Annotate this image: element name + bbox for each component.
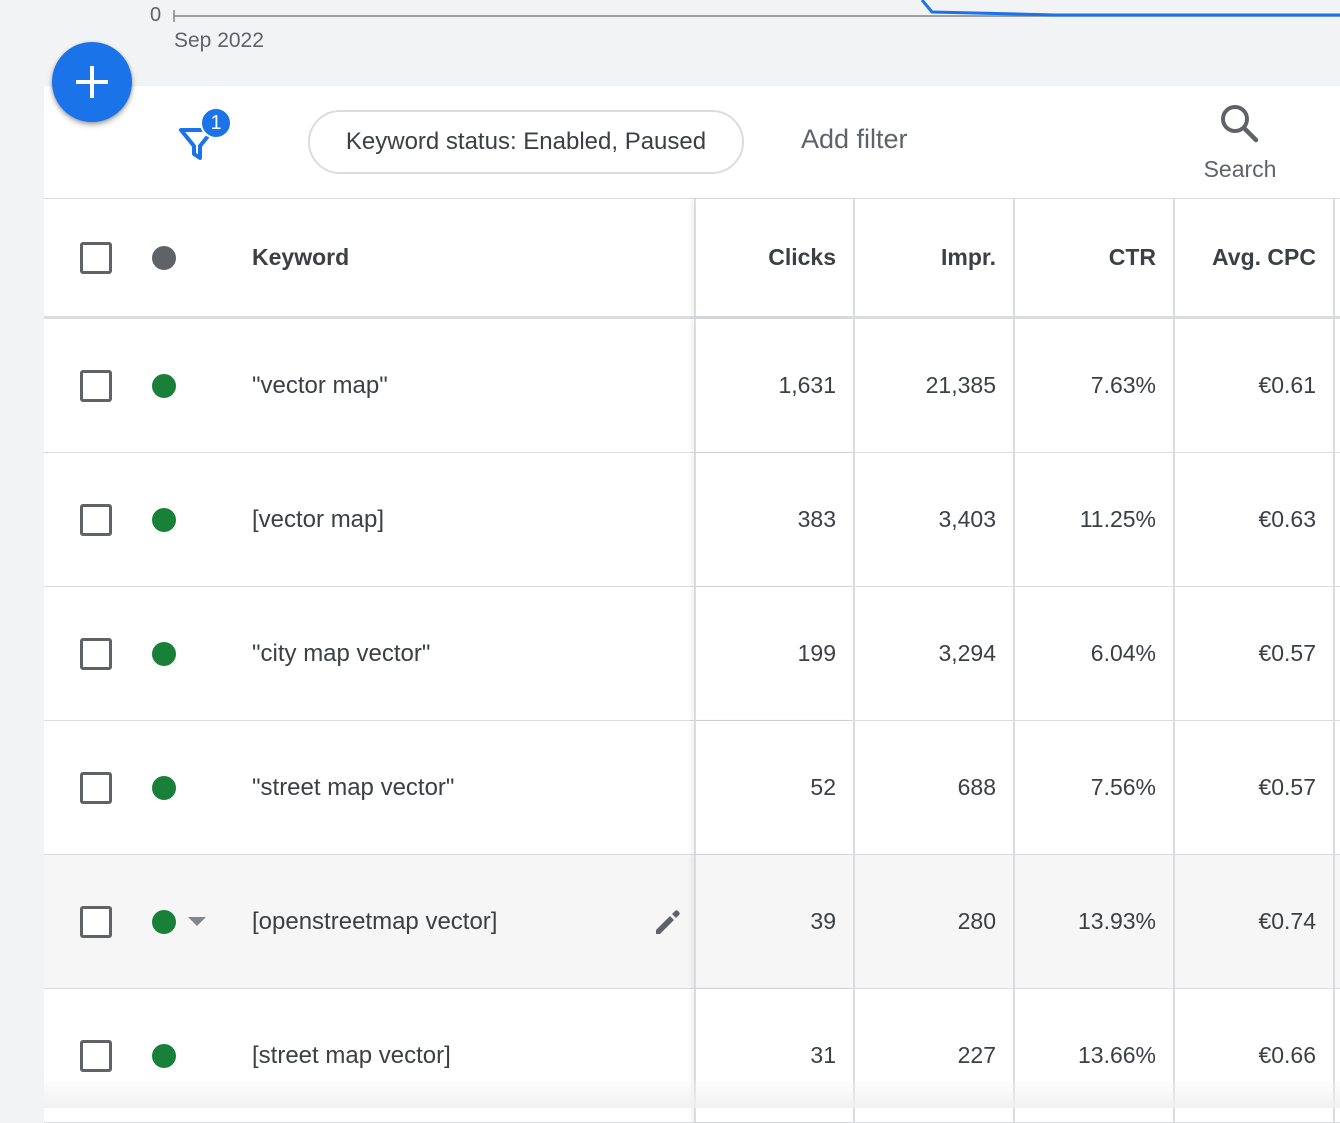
clicks-cell: 31 (694, 989, 853, 1122)
status-cell (152, 855, 212, 988)
table-row[interactable]: "city map vector" 199 3,294 6.04% €0.57 (44, 587, 1340, 721)
keyword-text[interactable]: [street map vector] (252, 989, 692, 1122)
column-divider (1333, 989, 1340, 1122)
column-divider (1333, 721, 1340, 854)
select-all-cell (80, 199, 120, 316)
row-select-cell (80, 989, 120, 1122)
column-header-impr[interactable]: Impr. (853, 199, 1013, 316)
status-cell (152, 721, 212, 854)
ctr-cell: 11.25% (1013, 453, 1173, 586)
impr-cell: 3,294 (853, 587, 1013, 720)
clicks-cell: 52 (694, 721, 853, 854)
ctr-cell: 7.63% (1013, 319, 1173, 452)
table-row[interactable]: "street map vector" 52 688 7.56% €0.57 (44, 721, 1340, 855)
table-row[interactable]: [street map vector] 31 227 13.66% €0.66 (44, 989, 1340, 1123)
row-checkbox[interactable] (80, 771, 112, 804)
create-button[interactable] (52, 42, 132, 122)
status-dropdown-icon[interactable] (188, 917, 206, 926)
impr-cell: 227 (853, 989, 1013, 1122)
ctr-cell: 7.56% (1013, 721, 1173, 854)
ctr-cell: 13.93% (1013, 855, 1173, 988)
x-axis-start-label: Sep 2022 (174, 29, 264, 52)
row-checkbox[interactable] (80, 1039, 112, 1072)
keyword-text[interactable]: [openstreetmap vector] (252, 855, 692, 988)
table-row[interactable]: "vector map" 1,631 21,385 7.63% €0.61 (44, 319, 1340, 453)
avg-cpc-cell: €0.63 (1173, 453, 1333, 586)
column-divider (1333, 453, 1340, 586)
status-cell (152, 989, 212, 1122)
clicks-cell: 39 (694, 855, 853, 988)
keyword-text[interactable]: "vector map" (252, 319, 692, 452)
impr-cell: 21,385 (853, 319, 1013, 452)
left-gutter (0, 86, 44, 1108)
status-enabled-icon[interactable] (152, 775, 176, 800)
status-enabled-icon[interactable] (152, 909, 176, 934)
status-enabled-icon[interactable] (152, 373, 176, 398)
status-header-cell (152, 199, 212, 316)
search-label: Search (1203, 156, 1277, 182)
keyword-status-filter-chip[interactable]: Keyword status: Enabled, Paused (308, 110, 744, 174)
impr-cell: 3,403 (853, 453, 1013, 586)
avg-cpc-cell: €0.57 (1173, 587, 1333, 720)
pencil-icon (656, 909, 680, 934)
table-body: "vector map" 1,631 21,385 7.63% €0.61 [vector… (44, 319, 1340, 1123)
clicks-cell: 199 (694, 587, 853, 720)
row-select-cell (80, 319, 120, 452)
filter-count-badge: 1 (200, 107, 232, 139)
avg-cpc-cell: €0.74 (1173, 855, 1333, 988)
column-header-keyword[interactable]: Keyword (252, 199, 692, 316)
search-button[interactable]: Search (1194, 100, 1286, 190)
status-cell (152, 319, 212, 452)
row-checkbox[interactable] (80, 503, 112, 536)
keyword-text[interactable]: "city map vector" (252, 587, 692, 720)
status-cell (152, 453, 212, 586)
column-divider (1333, 587, 1340, 720)
row-checkbox[interactable] (80, 637, 112, 670)
clicks-cell: 1,631 (694, 319, 853, 452)
column-header-clicks[interactable]: Clicks (694, 199, 853, 316)
column-header-avg-cpc[interactable]: Avg. CPC (1173, 199, 1333, 316)
add-filter-button[interactable]: Add filter (801, 124, 908, 155)
chart-series-line (920, 0, 1340, 17)
status-header-icon[interactable] (152, 245, 176, 270)
keywords-table: Keyword Clicks Impr. CTR Avg. CPC "vecto… (44, 199, 1340, 1123)
column-divider (1333, 199, 1340, 316)
avg-cpc-cell: €0.57 (1173, 721, 1333, 854)
table-row[interactable]: [openstreetmap vector] 39 280 13.93% €0.74 (44, 855, 1340, 989)
performance-chart: 0 Sep 2022 (0, 0, 1340, 87)
status-enabled-icon[interactable] (152, 641, 176, 666)
plus-icon (76, 66, 108, 98)
row-checkbox[interactable] (80, 369, 112, 402)
row-select-cell (80, 587, 120, 720)
search-icon (1221, 105, 1259, 143)
column-header-ctr[interactable]: CTR (1013, 199, 1173, 316)
impr-cell: 280 (853, 855, 1013, 988)
clicks-cell: 383 (694, 453, 853, 586)
ctr-cell: 13.66% (1013, 989, 1173, 1122)
column-divider (1333, 319, 1340, 452)
keyword-text[interactable]: "street map vector" (252, 721, 692, 854)
edit-keyword-button[interactable] (652, 855, 684, 988)
status-enabled-icon[interactable] (152, 507, 176, 532)
table-row[interactable]: [vector map] 383 3,403 11.25% €0.63 (44, 453, 1340, 587)
filter-toolbar: 1 Keyword status: Enabled, Paused Add fi… (44, 86, 1340, 199)
row-checkbox[interactable] (80, 905, 112, 938)
row-select-cell (80, 855, 120, 988)
keyword-text[interactable]: [vector map] (252, 453, 692, 586)
avg-cpc-cell: €0.61 (1173, 319, 1333, 452)
impr-cell: 688 (853, 721, 1013, 854)
table-header-row: Keyword Clicks Impr. CTR Avg. CPC (44, 199, 1340, 319)
row-select-cell (80, 721, 120, 854)
column-divider (1333, 855, 1340, 988)
select-all-checkbox[interactable] (80, 241, 112, 274)
row-select-cell (80, 453, 120, 586)
y-axis-zero-label: 0 (150, 4, 162, 26)
status-cell (152, 587, 212, 720)
ctr-cell: 6.04% (1013, 587, 1173, 720)
avg-cpc-cell: €0.66 (1173, 989, 1333, 1122)
status-enabled-icon[interactable] (152, 1043, 176, 1068)
